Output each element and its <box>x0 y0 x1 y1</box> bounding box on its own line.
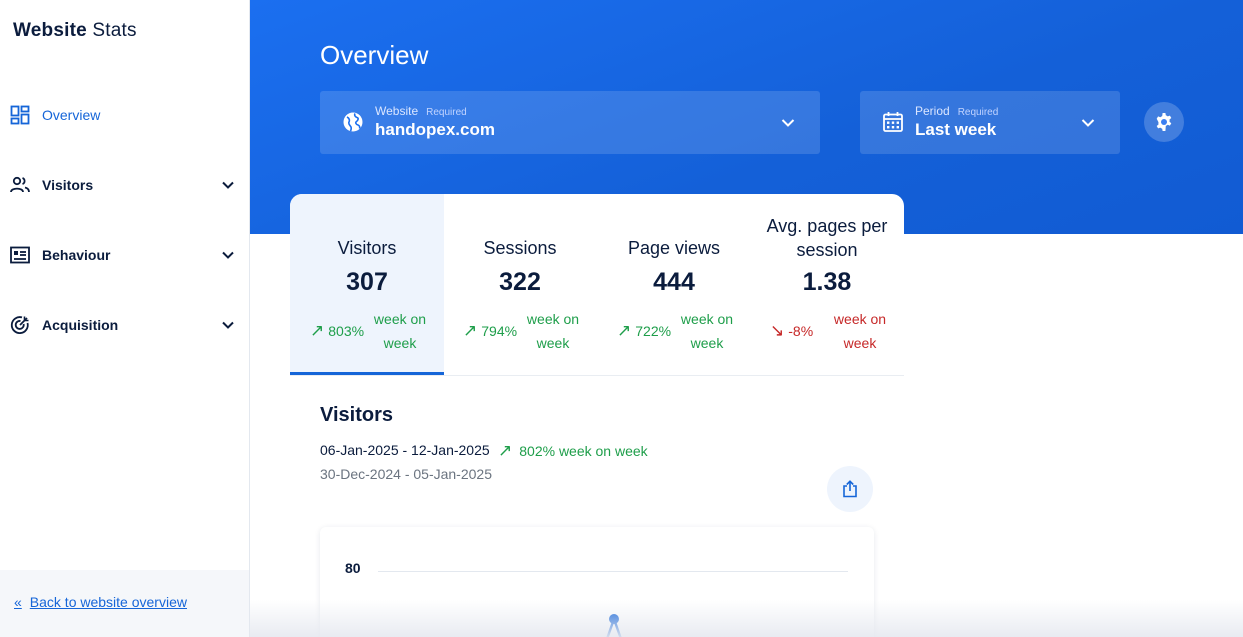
sidebar-item-label: Acquisition <box>42 317 119 333</box>
back-to-website-overview-link[interactable]: « Back to website overview <box>14 594 187 610</box>
stat-suffix: week on week <box>680 311 734 351</box>
website-label: Website <box>375 104 419 118</box>
target-icon <box>10 315 30 335</box>
section-title: Visitors <box>320 404 393 426</box>
period-select[interactable]: Period Required Last week <box>860 91 1120 154</box>
chevron-down-icon <box>781 119 795 127</box>
stat-change-value: 794% <box>481 323 518 339</box>
y-axis-tick: 80 <box>345 560 361 576</box>
website-select-value: handopex.com <box>375 120 495 139</box>
sidebar-item-label: Visitors <box>42 177 94 193</box>
people-icon <box>10 175 30 195</box>
chart-line <box>606 614 622 637</box>
previous-date-range: 30-Dec-2024 - 05-Jan-2025 <box>320 466 492 482</box>
range-change: ↗ 802% week on week <box>498 441 648 461</box>
period-label: Period <box>915 104 950 118</box>
stat-change: ↗ 722% <box>617 321 671 341</box>
sidebar-item-visitors[interactable]: Visitors <box>0 165 249 205</box>
stat-label: Visitors <box>337 238 397 258</box>
current-date-range: 06-Jan-2025 - 12-Jan-2025 <box>320 442 490 458</box>
sidebar-item-overview[interactable]: Overview <box>0 95 249 135</box>
stat-suffix: week on week <box>833 311 887 351</box>
sidebar-footer: « Back to website overview <box>0 570 249 637</box>
app-brand: Website Stats <box>13 20 137 42</box>
stat-tab-avg-pages-per-session[interactable]: Avg. pages per session 1.38 ↘ -8% week o… <box>750 194 904 375</box>
stat-suffix: week on week <box>526 311 580 351</box>
trend-up-icon: ↗ <box>498 441 513 460</box>
list-icon <box>10 245 30 265</box>
stat-change: ↘ -8% <box>770 321 813 341</box>
trend-up-icon: ↗ <box>463 321 478 340</box>
calendar-icon <box>883 112 903 132</box>
stat-value: 444 <box>653 268 695 296</box>
brand-bold: Website <box>13 20 87 41</box>
sidebar-item-label: Overview <box>42 107 101 123</box>
trend-up-icon: ↗ <box>617 321 632 340</box>
trend-up-icon: ↗ <box>310 321 325 340</box>
double-chevron-left-icon: « <box>14 594 22 610</box>
stat-change-value: 803% <box>328 323 365 339</box>
gear-icon <box>1156 113 1172 131</box>
chevron-down-icon <box>222 181 234 189</box>
period-select-label: Period Required <box>915 104 998 118</box>
page-title: Overview <box>320 40 429 70</box>
required-badge: Required <box>426 107 467 118</box>
stat-tab-page-views[interactable]: Page views 444 ↗ 722% week on week <box>597 194 751 375</box>
period-select-value: Last week <box>915 120 997 139</box>
stat-tab-visitors[interactable]: Visitors 307 ↗ 803% week on week <box>290 194 444 375</box>
chevron-down-icon <box>222 251 234 259</box>
sidebar-item-acquisition[interactable]: Acquisition <box>0 305 249 345</box>
website-select[interactable]: Website Required handopex.com <box>320 91 820 154</box>
range-change-value: 802% week on week <box>519 443 648 459</box>
required-badge: Required <box>957 107 999 118</box>
back-link-label: Back to website overview <box>29 594 187 610</box>
brand-thin: Stats <box>92 20 137 41</box>
sidebar-item-label: Behaviour <box>42 247 111 263</box>
settings-button[interactable] <box>1144 102 1184 142</box>
sidebar-item-behaviour[interactable]: Behaviour <box>0 235 249 275</box>
stat-change: ↗ 794% <box>463 321 517 341</box>
stat-label: Avg. pages per session <box>766 216 888 260</box>
sidebar: Website Stats Overview Visitors Behaviou… <box>0 0 250 637</box>
stat-suffix: week on week <box>373 311 427 351</box>
chevron-down-icon <box>1081 119 1095 127</box>
trend-down-icon: ↘ <box>770 321 785 340</box>
share-button[interactable] <box>827 466 873 512</box>
stat-change-value: -8% <box>788 323 814 339</box>
stat-tab-sessions[interactable]: Sessions 322 ↗ 794% week on week <box>443 194 597 375</box>
globe-icon <box>343 112 363 132</box>
stat-change-value: 722% <box>635 323 672 339</box>
chevron-down-icon <box>222 321 234 329</box>
stat-value: 1.38 <box>802 268 852 296</box>
stat-label: Sessions <box>483 238 557 258</box>
stat-value: 307 <box>346 268 388 296</box>
share-icon <box>843 480 857 498</box>
stat-label: Page views <box>627 238 721 258</box>
chart-point <box>609 614 619 624</box>
dashboard-icon <box>10 105 30 125</box>
gridline <box>378 571 848 572</box>
visitors-chart: 80 <box>320 527 874 637</box>
stat-value: 322 <box>499 268 541 296</box>
stats-card: Visitors 307 ↗ 803% week on week Session… <box>290 194 904 376</box>
stat-change: ↗ 803% <box>310 321 364 341</box>
website-select-label: Website Required <box>375 104 467 118</box>
